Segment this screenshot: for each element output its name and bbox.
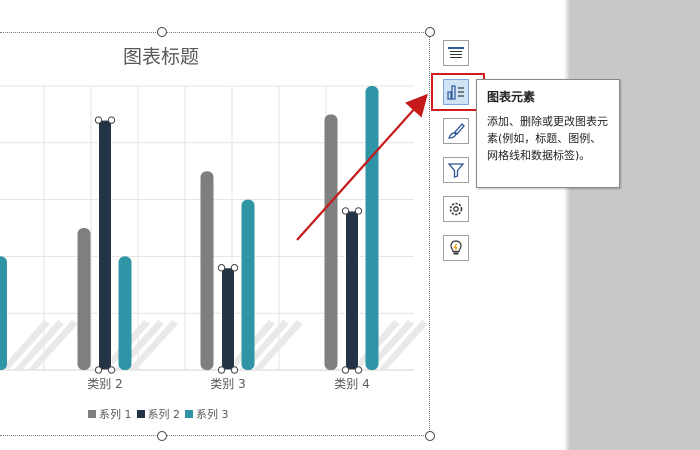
bar-handle-2-2 xyxy=(217,366,226,374)
x-tick-label-3: 类别 4 xyxy=(334,377,369,391)
bar-2-3 xyxy=(345,210,359,370)
bar-2-2 xyxy=(221,267,235,370)
x-tick-label-1: 类别 2 xyxy=(87,377,122,391)
legend-label-series-1: 系列 1 xyxy=(99,408,132,421)
chart-legend[interactable]: 系列 1 系列 2 系列 3 xyxy=(88,406,234,422)
chart-elements-tooltip: 图表元素 添加、删除或更改图表元素(例如，标题、图例、网格线和数据标签)。 xyxy=(476,79,620,188)
bar-handle-3-2 xyxy=(341,366,350,374)
tooltip-description: 添加、删除或更改图表元素(例如，标题、图例、网格线和数据标签)。 xyxy=(487,115,608,162)
legend-swatch-series-2 xyxy=(136,410,145,418)
chart-ideas-button[interactable] xyxy=(443,235,469,261)
x-tick-label-2: 类别 3 xyxy=(210,377,245,391)
bar-handle-1-1 xyxy=(107,116,116,124)
bar-handle-1-2 xyxy=(94,366,103,374)
bar-3-1 xyxy=(118,256,132,370)
bar-3-3 xyxy=(365,86,379,370)
bar-2-1 xyxy=(98,120,112,370)
chart-styles-button[interactable] xyxy=(443,118,469,144)
legend-label-series-2: 系列 2 xyxy=(147,408,181,421)
bar-handle-3-3 xyxy=(354,366,363,374)
chart-layout-button[interactable] xyxy=(443,40,469,66)
resize-handle-top-right[interactable] xyxy=(425,27,435,37)
legend-item-series-3[interactable]: 系列 3 xyxy=(185,406,229,422)
legend-item-series-2[interactable]: 系列 2 xyxy=(136,406,181,422)
legend-swatch-series-3 xyxy=(185,410,193,418)
bar-handle-3-0 xyxy=(341,207,350,215)
chart-filters-button[interactable] xyxy=(443,157,469,183)
bar-handle-2-1 xyxy=(230,264,239,272)
resize-handle-bottom-right[interactable] xyxy=(425,431,435,441)
chart-title[interactable]: 图表标题 xyxy=(0,42,322,69)
layout-icon xyxy=(448,47,464,58)
bar-1-1 xyxy=(77,228,91,370)
gear-icon xyxy=(449,202,463,216)
lightbulb-icon xyxy=(450,240,462,255)
bar-handle-1-0 xyxy=(94,116,103,124)
bar-handle-1-3 xyxy=(107,366,116,374)
chart-editor-canvas: 类别 2 类别 3 类别 4 图表标题 系列 1 系列 2 系列 3 图表元素 … xyxy=(0,0,700,450)
paintbrush-icon xyxy=(447,123,465,139)
bar-handle-2-3 xyxy=(230,366,239,374)
bar-partial-series-3 xyxy=(0,256,7,370)
chart-settings-button[interactable] xyxy=(443,196,469,222)
bar-handle-2-0 xyxy=(217,264,226,272)
resize-handle-bottom[interactable] xyxy=(157,431,167,441)
bar-1-3 xyxy=(324,114,338,371)
legend-label-series-3: 系列 3 xyxy=(196,408,229,421)
filter-icon xyxy=(447,163,465,178)
tooltip-title: 图表元素 xyxy=(487,90,536,104)
legend-swatch-series-1 xyxy=(88,410,96,418)
bar-handle-3-1 xyxy=(354,207,363,215)
legend-item-series-1[interactable]: 系列 1 xyxy=(88,406,132,422)
bar-3-2 xyxy=(241,199,255,370)
resize-handle-top[interactable] xyxy=(157,27,167,37)
bar-1-2 xyxy=(200,171,214,370)
